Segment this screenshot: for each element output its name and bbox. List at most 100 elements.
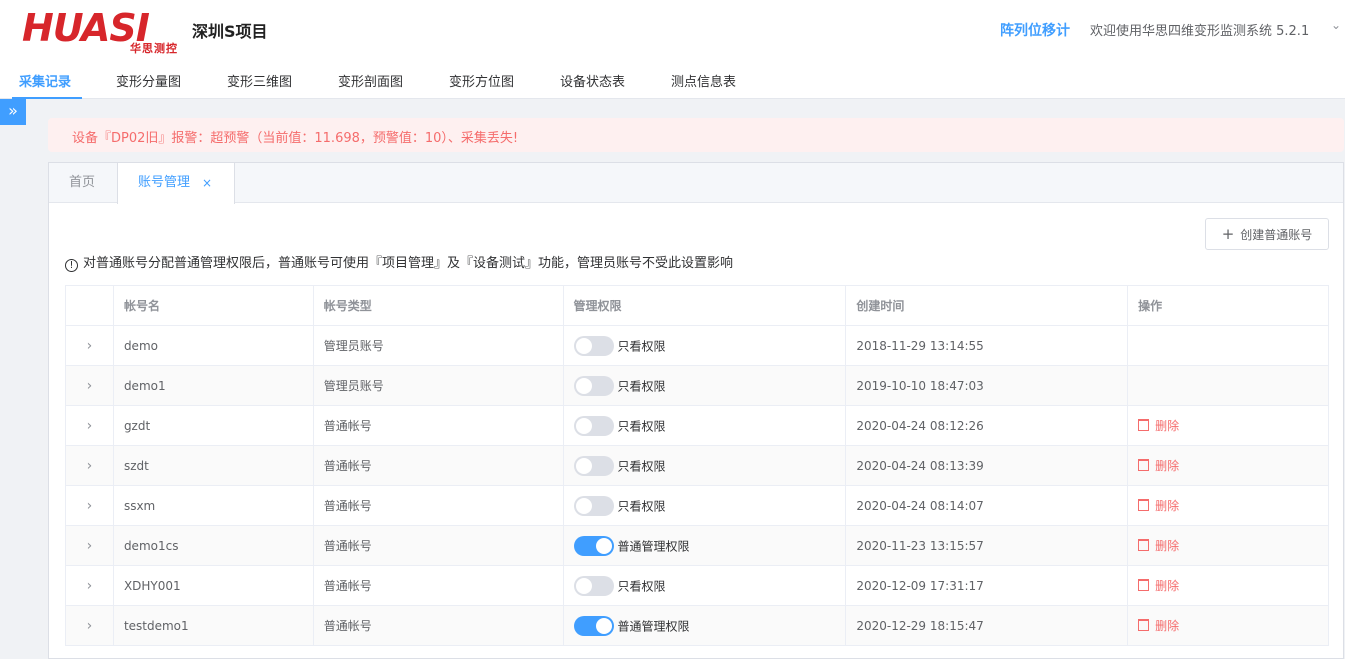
permission-cell: 只看权限 xyxy=(562,325,847,366)
toggle-knob xyxy=(575,417,592,434)
permission-toggle[interactable] xyxy=(573,335,614,356)
notice-text: 对普通账号分配普通管理权限后，普通账号可使用『项目管理』及『设备测试』功能，管理… xyxy=(83,256,734,271)
toggle-knob xyxy=(575,377,592,394)
actions-cell: 删除 xyxy=(1127,485,1329,526)
permission-cell: 只看权限 xyxy=(562,485,847,526)
permission-label: 只看权限 xyxy=(617,339,666,353)
table-header-row: 帐号名 帐号类型 管理权限 创建时间 操作 xyxy=(65,285,1329,326)
expand-row-chevron-icon[interactable]: › xyxy=(65,605,114,646)
table-row: › demo1cs 普通帐号 普通管理权限 2020-11-23 13:15:57 删除 xyxy=(65,525,1329,566)
permission-toggle[interactable] xyxy=(573,415,614,436)
account-type-cell: 普通帐号 xyxy=(312,405,564,446)
table-body: › demo 管理员账号 只看权限 2018-11-29 13:14:55 › demo1 管… xyxy=(65,325,1329,646)
actions-cell: 删除 xyxy=(1127,405,1329,446)
table-row: › demo1 管理员账号 只看权限 2019-10-10 18:47:03 xyxy=(65,365,1329,406)
created-time-cell: 2020-12-09 17:31:17 xyxy=(845,565,1129,606)
permission-cell: 只看权限 xyxy=(562,445,847,486)
account-name-cell: ssxm xyxy=(112,485,314,526)
nav-item-point-info[interactable]: 测点信息表 xyxy=(671,71,736,90)
table-row: › ssxm 普通帐号 只看权限 2020-04-24 08:14:07 删除 xyxy=(65,485,1329,526)
permission-label: 只看权限 xyxy=(617,419,666,433)
permission-toggle[interactable] xyxy=(573,575,614,596)
expand-row-chevron-icon[interactable]: › xyxy=(65,565,114,606)
account-type-cell: 普通帐号 xyxy=(312,565,564,606)
account-type-cell: 管理员账号 xyxy=(312,365,564,406)
close-icon[interactable]: × xyxy=(202,163,212,203)
account-name-cell: demo1cs xyxy=(112,525,314,566)
created-time-cell: 2020-11-23 13:15:57 xyxy=(845,525,1129,566)
permission-cell: 只看权限 xyxy=(562,405,847,446)
account-table: 帐号名 帐号类型 管理权限 创建时间 操作 › demo 管理员账号 只看权限 2018… xyxy=(65,285,1329,646)
toggle-knob xyxy=(575,497,592,514)
column-header-account-type: 帐号类型 xyxy=(312,285,564,326)
column-header-permission: 管理权限 xyxy=(562,285,847,326)
delete-button[interactable]: 删除 xyxy=(1138,459,1179,473)
permission-label: 普通管理权限 xyxy=(617,619,690,633)
create-normal-account-button[interactable]: + 创建普通账号 xyxy=(1205,218,1329,250)
actions-cell: 删除 xyxy=(1127,445,1329,486)
table-row: › gzdt 普通帐号 只看权限 2020-04-24 08:12:26 删除 xyxy=(65,405,1329,446)
account-type-cell: 普通帐号 xyxy=(312,445,564,486)
delete-button[interactable]: 删除 xyxy=(1138,419,1179,433)
permission-notice: ! 对普通账号分配普通管理权限后，普通账号可使用『项目管理』及『设备测试』功能，管… xyxy=(65,252,733,272)
table-row: › XDHY001 普通帐号 只看权限 2020-12-09 17:31:17 删除 xyxy=(65,565,1329,606)
trash-icon xyxy=(1138,459,1150,471)
delete-label: 删除 xyxy=(1155,459,1180,473)
expand-row-chevron-icon[interactable]: › xyxy=(65,325,114,366)
permission-toggle[interactable] xyxy=(573,535,614,556)
actions-cell: 删除 xyxy=(1127,565,1329,606)
expand-row-chevron-icon[interactable]: › xyxy=(65,485,114,526)
actions-cell: 删除 xyxy=(1127,605,1329,646)
array-displacement-link[interactable]: 阵列位移计 xyxy=(1000,20,1070,40)
permission-toggle[interactable] xyxy=(573,375,614,396)
delete-label: 删除 xyxy=(1155,539,1180,553)
permission-cell: 普通管理权限 xyxy=(562,605,847,646)
delete-button[interactable]: 删除 xyxy=(1138,619,1179,633)
tab-account-management-label: 账号管理 xyxy=(138,175,191,190)
expand-sidebar-icon[interactable]: » xyxy=(0,99,26,125)
chevron-down-icon[interactable]: ⌄ xyxy=(1331,18,1341,32)
account-type-cell: 管理员账号 xyxy=(312,325,564,366)
permission-toggle[interactable] xyxy=(573,495,614,516)
column-header-created-time: 创建时间 xyxy=(845,285,1129,326)
expand-row-chevron-icon[interactable]: › xyxy=(65,525,114,566)
alert-text: 设备『DP02旧』报警：超预警（当前值：11.698，预警值：10）、采集丢失! xyxy=(72,131,519,146)
delete-label: 删除 xyxy=(1155,419,1180,433)
permission-label: 普通管理权限 xyxy=(617,539,690,553)
trash-icon xyxy=(1138,499,1150,511)
permission-cell: 只看权限 xyxy=(562,365,847,406)
nav-item-deform-azimuth[interactable]: 变形方位图 xyxy=(449,71,514,90)
nav-item-device-status[interactable]: 设备状态表 xyxy=(560,71,625,90)
trash-icon xyxy=(1138,619,1150,631)
create-button-label: 创建普通账号 xyxy=(1240,228,1313,242)
expand-row-chevron-icon[interactable]: › xyxy=(65,365,114,406)
main-nav: 采集记录 变形分量图 变形三维图 变形剖面图 变形方位图 设备状态表 测点信息表 xyxy=(0,60,1345,99)
delete-label: 删除 xyxy=(1155,499,1180,513)
account-name-cell: demo xyxy=(112,325,314,366)
permission-toggle[interactable] xyxy=(573,455,614,476)
nav-item-deform-component[interactable]: 变形分量图 xyxy=(116,71,181,90)
delete-button[interactable]: 删除 xyxy=(1138,539,1179,553)
column-header-expand xyxy=(65,285,114,326)
nav-item-deform-section[interactable]: 变形剖面图 xyxy=(338,71,403,90)
trash-icon xyxy=(1138,579,1150,591)
logo-subtitle: 华思测控 xyxy=(130,42,178,55)
delete-label: 删除 xyxy=(1155,579,1180,593)
trash-icon xyxy=(1138,419,1150,431)
column-header-actions: 操作 xyxy=(1127,285,1329,326)
tab-home[interactable]: 首页 xyxy=(69,163,95,203)
toggle-knob xyxy=(575,337,592,354)
created-time-cell: 2020-04-24 08:13:39 xyxy=(845,445,1129,486)
tab-account-management[interactable]: 账号管理 × xyxy=(117,163,235,204)
delete-label: 删除 xyxy=(1155,619,1180,633)
nav-item-deform-3d[interactable]: 变形三维图 xyxy=(227,71,292,90)
welcome-text[interactable]: 欢迎使用华思四维变形监测系统 5.2.1 xyxy=(1090,20,1309,39)
nav-item-collect-record[interactable]: 采集记录 xyxy=(19,71,71,90)
delete-button[interactable]: 删除 xyxy=(1138,579,1179,593)
expand-row-chevron-icon[interactable]: › xyxy=(65,405,114,446)
expand-row-chevron-icon[interactable]: › xyxy=(65,445,114,486)
toggle-knob xyxy=(575,457,592,474)
permission-toggle[interactable] xyxy=(573,615,614,636)
delete-button[interactable]: 删除 xyxy=(1138,499,1179,513)
created-time-cell: 2019-10-10 18:47:03 xyxy=(845,365,1129,406)
